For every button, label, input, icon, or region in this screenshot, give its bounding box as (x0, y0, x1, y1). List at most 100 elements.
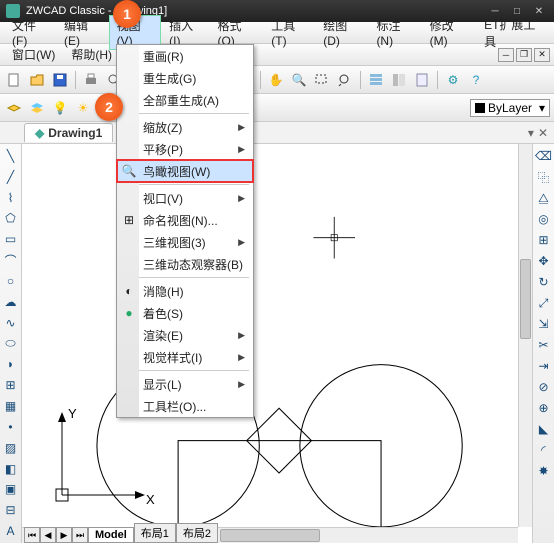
revcloud-tool-icon[interactable]: ☁ (3, 294, 19, 310)
fillet-tool-icon[interactable]: ◜ (536, 442, 552, 458)
tab-layout1[interactable]: 布局1 (134, 523, 176, 543)
document-tab[interactable]: ◆ Drawing1 (24, 123, 113, 142)
menu-render[interactable]: 渲染(E)▶ (117, 324, 253, 346)
tab-prev-button[interactable]: ◀ (40, 527, 56, 543)
insert-tool-icon[interactable]: ⊞ (3, 377, 19, 393)
menu-draw[interactable]: 绘图(D) (315, 15, 368, 50)
rotate-tool-icon[interactable]: ↻ (536, 274, 552, 290)
mdi-close-button[interactable]: ✕ (534, 48, 550, 62)
submenu-arrow-icon: ▶ (238, 144, 245, 155)
submenu-arrow-icon: ▶ (238, 330, 245, 341)
callout-2: 2 (95, 93, 123, 121)
tab-first-button[interactable]: ⏮ (24, 527, 40, 543)
tab-model[interactable]: Model (88, 527, 134, 543)
mdi-minimize-button[interactable]: ─ (498, 48, 514, 62)
calc-icon[interactable]: ⚙ (443, 70, 463, 90)
menu-3dview[interactable]: 三维视图(3)▶ (117, 231, 253, 253)
document-tab-bar: ◆ Drawing1 ▾ ✕ (0, 122, 554, 144)
scale-tool-icon[interactable]: ⤢ (536, 295, 552, 311)
arc-tool-icon[interactable]: ⌒ (3, 252, 19, 268)
menu-3dorbit[interactable]: 三维动态观察器(B) (117, 253, 253, 275)
menu-named-view[interactable]: ⊞命名视图(N)... (117, 209, 253, 231)
break-tool-icon[interactable]: ⊘ (536, 379, 552, 395)
ellipse-tool-icon[interactable]: ⬭ (3, 336, 19, 352)
menu-hide[interactable]: ◐消隐(H) (117, 280, 253, 302)
point-tool-icon[interactable]: • (3, 419, 19, 435)
menu-viewport[interactable]: 视口(V)▶ (117, 187, 253, 209)
move-tool-icon[interactable]: ✥ (536, 253, 552, 269)
mdi-restore-button[interactable]: ❐ (516, 48, 532, 62)
layer-prev-icon[interactable] (27, 98, 47, 118)
tab-last-button[interactable]: ⏭ (72, 527, 88, 543)
hide-icon: ◐ (121, 283, 137, 299)
region-tool-icon[interactable]: ▣ (3, 481, 19, 497)
tab-next-button[interactable]: ▶ (56, 527, 72, 543)
menu-aerial-view[interactable]: 🔍鸟瞰视图(W) (117, 160, 253, 182)
menu-ext[interactable]: ET扩展工具 (476, 14, 550, 52)
chamfer-tool-icon[interactable]: ◣ (536, 421, 552, 437)
design-center-icon[interactable] (389, 70, 409, 90)
polyline-tool-icon[interactable]: ⌇ (3, 190, 19, 206)
save-icon[interactable] (50, 70, 70, 90)
tab-layout2[interactable]: 布局2 (176, 523, 218, 543)
join-tool-icon[interactable]: ⊕ (536, 400, 552, 416)
ellipsearc-tool-icon[interactable]: ◗ (3, 356, 19, 372)
help-icon[interactable]: ? (466, 70, 486, 90)
trim-tool-icon[interactable]: ✂ (536, 337, 552, 353)
mirror-tool-icon[interactable]: ⧋ (536, 190, 552, 206)
layer-mgr-icon[interactable] (4, 98, 24, 118)
circle-tool-icon[interactable]: ○ (3, 273, 19, 289)
line-tool-icon[interactable]: ╲ (3, 148, 19, 164)
menu-vstyle[interactable]: 视觉样式(I)▶ (117, 346, 253, 368)
extend-tool-icon[interactable]: ⇥ (536, 358, 552, 374)
offset-tool-icon[interactable]: ◎ (536, 211, 552, 227)
menu-display[interactable]: 显示(L)▶ (117, 373, 253, 395)
menu-modify[interactable]: 修改(M) (422, 15, 476, 50)
workspace: ╲ ╱ ⌇ ⬠ ▭ ⌒ ○ ☁ ∿ ⬭ ◗ ⊞ ▦ • ▨ ◧ ▣ ⊟ A (0, 144, 554, 543)
zoom-window-icon[interactable] (312, 70, 332, 90)
gradient-tool-icon[interactable]: ◧ (3, 461, 19, 477)
new-icon[interactable] (4, 70, 24, 90)
shade-icon: ● (121, 305, 137, 321)
zoom-rt-icon[interactable]: 🔍 (289, 70, 309, 90)
drawing-canvas[interactable]: Y X ⏮ ◀ ▶ ⏭ Model 布局1 布局2 (22, 144, 532, 543)
open-icon[interactable] (27, 70, 47, 90)
table-tool-icon[interactable]: ⊟ (3, 502, 19, 518)
spline-tool-icon[interactable]: ∿ (3, 315, 19, 331)
drawing-content (22, 144, 532, 560)
layer-color-box[interactable]: ByLayer▾ (470, 99, 550, 117)
stretch-tool-icon[interactable]: ⇲ (536, 316, 552, 332)
menu-redraw[interactable]: 重画(R) (117, 45, 253, 67)
dropdown-chevron-icon[interactable]: ▾ (528, 126, 534, 140)
tool-palette-icon[interactable] (412, 70, 432, 90)
menu-shade[interactable]: ●着色(S) (117, 302, 253, 324)
array-tool-icon[interactable]: ⊞ (536, 232, 552, 248)
vertical-scrollbar[interactable] (518, 144, 532, 527)
erase-tool-icon[interactable]: ⌫ (536, 148, 552, 164)
menu-tools[interactable]: 工具(T) (263, 15, 315, 50)
zoom-prev-icon[interactable] (335, 70, 355, 90)
menu-regenall[interactable]: 全部重生成(A) (117, 89, 253, 111)
rectangle-tool-icon[interactable]: ▭ (3, 231, 19, 247)
menu-zoom[interactable]: 缩放(Z)▶ (117, 116, 253, 138)
pan-icon[interactable]: ✋ (266, 70, 286, 90)
freeze-icon[interactable]: ☀ (73, 98, 93, 118)
menu-window[interactable]: 窗口(W) (4, 44, 63, 65)
submenu-arrow-icon: ▶ (238, 379, 245, 390)
block-tool-icon[interactable]: ▦ (3, 398, 19, 414)
properties-icon[interactable] (366, 70, 386, 90)
copy-tool-icon[interactable]: ⿻ (536, 169, 552, 185)
tab-close-icon[interactable]: ✕ (538, 126, 548, 140)
menu-help[interactable]: 帮助(H) (63, 44, 120, 65)
polygon-tool-icon[interactable]: ⬠ (3, 210, 19, 226)
text-tool-icon[interactable]: A (3, 523, 19, 539)
explode-tool-icon[interactable]: ✸ (536, 463, 552, 479)
menu-toolbar[interactable]: 工具栏(O)... (117, 395, 253, 417)
hatch-tool-icon[interactable]: ▨ (3, 440, 19, 456)
print-icon[interactable] (81, 70, 101, 90)
menu-pan[interactable]: 平移(P)▶ (117, 138, 253, 160)
menu-regen[interactable]: 重生成(G) (117, 67, 253, 89)
menu-dim[interactable]: 标注(N) (368, 15, 421, 50)
bulb-icon[interactable]: 💡 (50, 98, 70, 118)
xline-tool-icon[interactable]: ╱ (3, 169, 19, 185)
